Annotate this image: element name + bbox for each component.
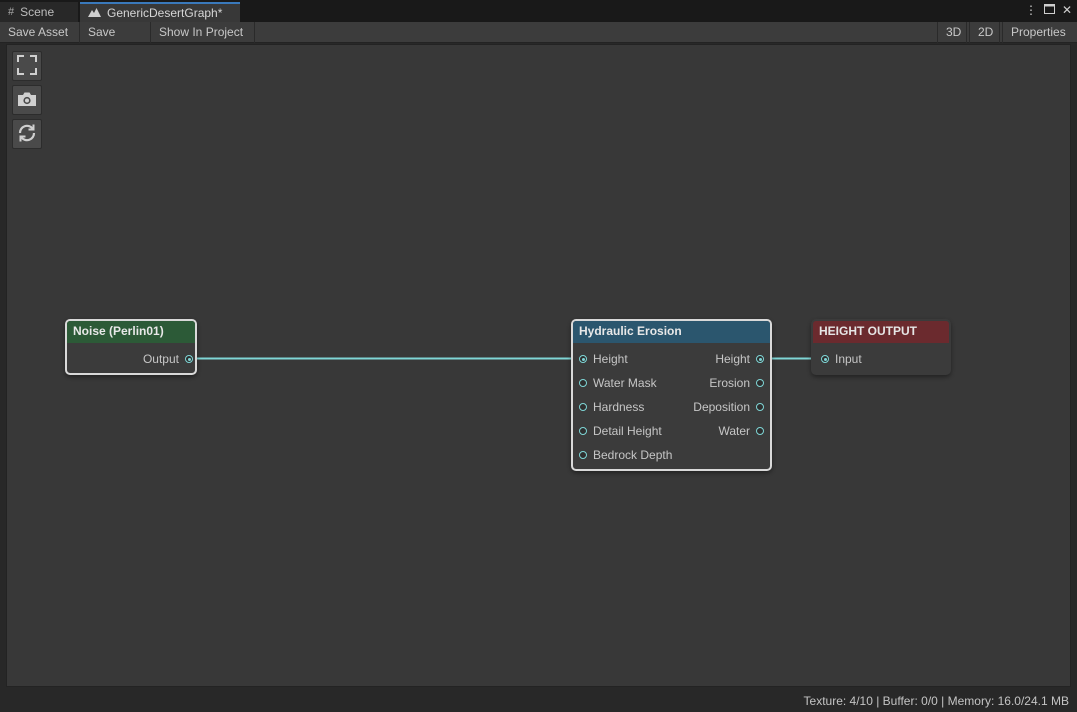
graph-toolbar: Save Asset Save As... Show In Project 3D… <box>0 22 1077 60</box>
port-output[interactable]: Output <box>73 351 193 367</box>
node-title: Noise (Perlin01) <box>67 321 195 343</box>
port-label: Hardness <box>593 400 645 414</box>
port-connector-icon[interactable] <box>756 355 764 363</box>
tab-bar: # Scene GenericDesertGraph* ⋮ ✕ <box>0 0 1077 22</box>
camera-icon <box>17 91 37 110</box>
port-connector-icon[interactable] <box>821 355 829 363</box>
port-label: Water <box>718 424 750 438</box>
screenshot-button[interactable] <box>12 85 42 115</box>
node-title: Hydraulic Erosion <box>573 321 770 343</box>
grid-icon: # <box>8 6 15 18</box>
port-label: Water Mask <box>593 376 657 390</box>
memory-status-text: Texture: 4/10 | Buffer: 0/0 | Memory: 16… <box>803 694 1069 708</box>
more-options-icon[interactable]: ⋮ <box>1025 3 1037 17</box>
close-icon[interactable]: ✕ <box>1061 3 1073 17</box>
mountain-icon <box>88 6 101 20</box>
port-connector-icon[interactable] <box>579 451 587 459</box>
port-connector-icon[interactable] <box>756 403 764 411</box>
port-connector-icon[interactable] <box>579 379 587 387</box>
port-connector-icon[interactable] <box>579 427 587 435</box>
port-connector-icon[interactable] <box>756 427 764 435</box>
fullscreen-icon <box>16 54 38 79</box>
node-noise-perlin[interactable]: Noise (Perlin01) Output <box>65 319 197 375</box>
window-controls: ⋮ ✕ <box>1025 3 1073 17</box>
port-label: Height <box>593 352 628 366</box>
port-output-height[interactable]: Height <box>673 351 764 367</box>
node-title: HEIGHT OUTPUT <box>813 321 949 343</box>
port-connector-icon[interactable] <box>579 403 587 411</box>
port-label: Deposition <box>693 400 750 414</box>
port-input-hardness[interactable]: Hardness <box>579 399 669 415</box>
port-label: Input <box>835 352 862 366</box>
mode-2d-button[interactable]: 2D <box>969 22 1000 43</box>
properties-button[interactable]: Properties <box>1002 22 1077 43</box>
save-asset-button[interactable]: Save Asset <box>0 22 80 43</box>
port-input-detail-height[interactable]: Detail Height <box>579 423 669 439</box>
node-hydraulic-erosion[interactable]: Hydraulic Erosion Height Water Mask Hard… <box>571 319 772 471</box>
port-output-water[interactable]: Water <box>673 423 764 439</box>
port-input-bedrock-depth[interactable]: Bedrock Depth <box>579 447 679 463</box>
mode-3d-button[interactable]: 3D <box>937 22 967 43</box>
port-input-water-mask[interactable]: Water Mask <box>579 375 669 391</box>
port-connector-icon[interactable] <box>756 379 764 387</box>
status-bar: Texture: 4/10 | Buffer: 0/0 | Memory: 16… <box>0 690 1077 712</box>
port-label: Detail Height <box>593 424 662 438</box>
port-input-height[interactable]: Height <box>579 351 669 367</box>
show-in-project-button[interactable]: Show In Project <box>151 22 255 43</box>
tab-generic-desert-graph[interactable]: GenericDesertGraph* <box>80 2 240 22</box>
port-input[interactable]: Input <box>821 351 901 367</box>
refresh-icon <box>16 122 38 147</box>
port-label: Erosion <box>709 376 750 390</box>
port-connector-icon[interactable] <box>185 355 193 363</box>
maximize-icon[interactable] <box>1043 3 1055 17</box>
tab-scene-label: Scene <box>20 5 55 19</box>
port-output-deposition[interactable]: Deposition <box>673 399 764 415</box>
save-as-button[interactable]: Save As... <box>80 22 151 60</box>
tab-scene[interactable]: # Scene <box>0 2 78 22</box>
port-connector-icon[interactable] <box>579 355 587 363</box>
node-height-output[interactable]: HEIGHT OUTPUT Input <box>811 319 951 375</box>
port-label: Height <box>715 352 750 366</box>
frame-all-button[interactable] <box>12 51 42 81</box>
refresh-button[interactable] <box>12 119 42 149</box>
tab-graph-label: GenericDesertGraph* <box>107 6 223 20</box>
port-label: Bedrock Depth <box>593 448 673 462</box>
port-output-erosion[interactable]: Erosion <box>673 375 764 391</box>
port-label: Output <box>142 352 179 366</box>
